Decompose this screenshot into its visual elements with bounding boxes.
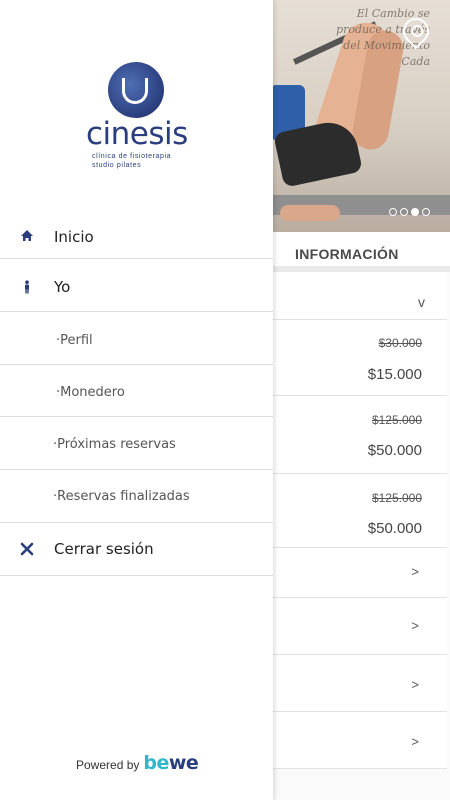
- submenu-item-reservas-finalizadas[interactable]: ·Reservas finalizadas: [0, 470, 273, 523]
- submenu-label: ·Monedero: [56, 385, 125, 400]
- old-price: $125.000: [371, 491, 422, 505]
- submenu-item-perfil[interactable]: ·Perfil: [0, 312, 273, 365]
- new-price: $50.000: [367, 442, 422, 459]
- navigation-drawer: cinesis clínica de fisioterapia studio p…: [0, 0, 273, 800]
- new-price: $15.000: [367, 366, 422, 383]
- menu-item-inicio[interactable]: Inicio: [0, 210, 273, 259]
- chevron-right-icon: >: [411, 677, 419, 692]
- submenu-label: ·Reservas finalizadas: [53, 489, 190, 504]
- carousel-dot[interactable]: [400, 208, 408, 216]
- menu-item-yo[interactable]: Yo: [0, 259, 273, 312]
- cinesis-logo: cinesis clínica de fisioterapia studio p…: [86, 60, 196, 170]
- menu-label: Yo: [54, 278, 71, 296]
- menu-label: Cerrar sesión: [54, 540, 154, 558]
- hand-icon: [122, 78, 148, 104]
- bewe-logo: bewe: [143, 752, 199, 774]
- old-price: $125.000: [371, 413, 422, 427]
- section-title: INFORMACIÓN: [295, 246, 399, 262]
- submenu-item-monedero[interactable]: ·Monedero: [0, 365, 273, 417]
- powered-by-footer[interactable]: Powered by bewe: [76, 752, 199, 774]
- chevron-right-icon: >: [411, 564, 419, 579]
- powered-by-text: Powered by: [76, 758, 140, 772]
- submenu-label: ·Perfil: [56, 333, 93, 348]
- close-icon: [20, 542, 34, 556]
- home-icon: [21, 230, 33, 241]
- chevron-down-icon: v: [418, 294, 425, 310]
- submenu-item-proximas-reservas[interactable]: ·Próximas reservas: [0, 417, 273, 470]
- submenu-label: ·Próximas reservas: [53, 437, 176, 452]
- chevron-right-icon: >: [411, 734, 419, 749]
- carousel-dot[interactable]: [389, 208, 397, 216]
- carousel-dot-active[interactable]: [411, 208, 419, 216]
- old-price: $30.000: [378, 336, 422, 350]
- chevron-right-icon: >: [411, 618, 419, 633]
- new-price: $50.000: [367, 520, 422, 537]
- logo-wordmark: cinesis: [86, 116, 188, 152]
- carousel-indicator: [389, 208, 430, 216]
- menu-item-cerrar-sesion[interactable]: Cerrar sesión: [0, 523, 273, 576]
- logo-tagline-1: clínica de fisioterapia: [92, 153, 172, 160]
- person-icon: [25, 280, 29, 294]
- logo-tagline-2: studio pilates: [92, 162, 142, 169]
- menu-label: Inicio: [54, 228, 94, 246]
- carousel-dot[interactable]: [422, 208, 430, 216]
